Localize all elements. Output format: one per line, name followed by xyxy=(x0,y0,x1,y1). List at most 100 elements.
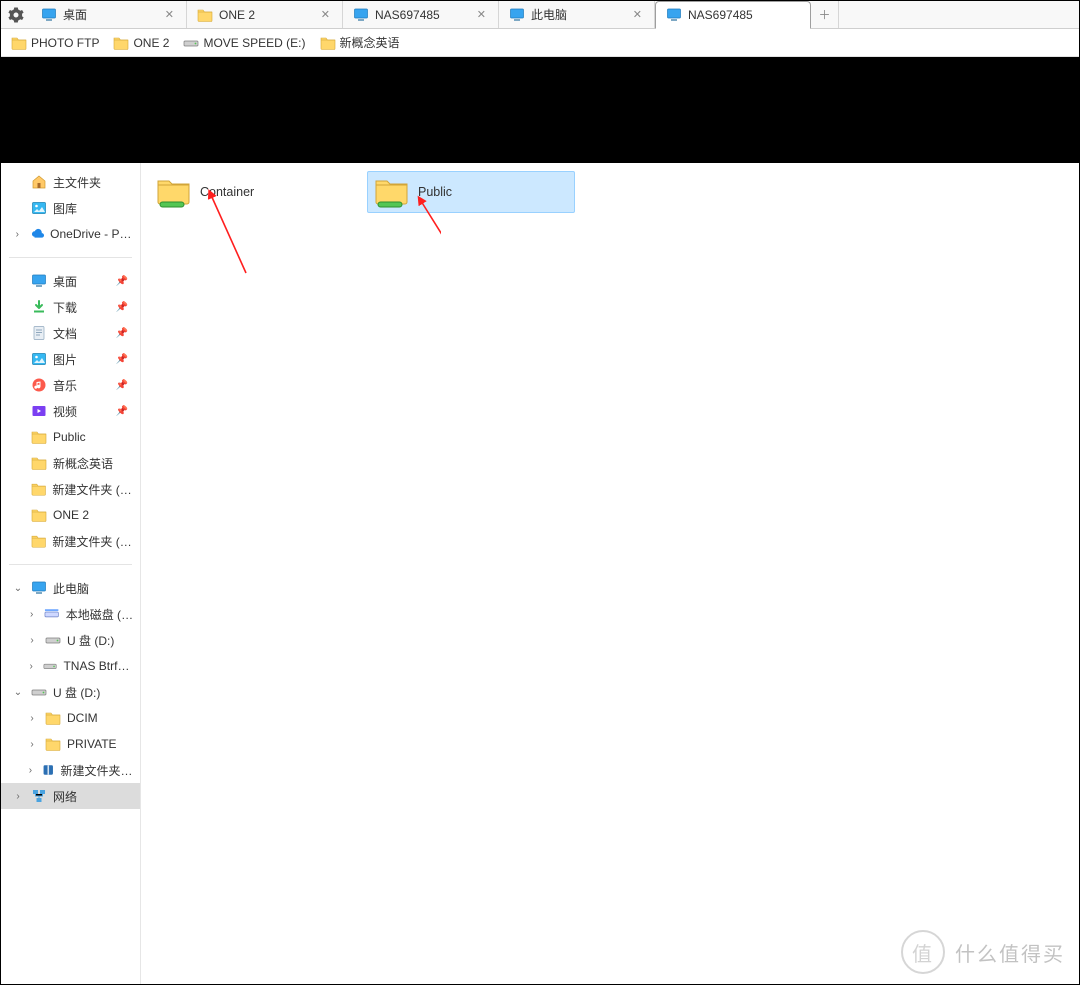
close-icon[interactable]: ✕ xyxy=(163,8,176,21)
download-icon xyxy=(31,299,47,315)
folder-public[interactable]: Public xyxy=(367,171,575,213)
tab-nas-1[interactable]: NAS697485 ✕ xyxy=(343,1,499,28)
nav-label: 视频 xyxy=(53,403,77,420)
nav-private[interactable]: › PRIVATE xyxy=(1,731,140,757)
chevron-right-icon[interactable]: › xyxy=(25,765,36,776)
nav-drive-d2[interactable]: ⌄ U 盘 (D:) xyxy=(1,679,140,705)
nav-label: 新建文件夹 (31).z xyxy=(60,762,134,779)
nav-downloads[interactable]: 下载 📌 xyxy=(1,294,140,320)
network-icon xyxy=(31,788,47,804)
separator xyxy=(9,564,132,565)
nav-label: 下载 xyxy=(53,299,77,316)
nav-dcim[interactable]: › DCIM xyxy=(1,705,140,731)
nav-label: 桌面 xyxy=(53,273,77,290)
nav-home-folder[interactable]: 主文件夹 xyxy=(1,169,140,195)
drive-icon xyxy=(43,658,57,674)
chevron-right-icon[interactable]: › xyxy=(25,661,37,672)
chevron-right-icon[interactable]: › xyxy=(25,739,39,750)
tab-nas-active[interactable]: NAS697485 ✕ xyxy=(655,1,811,29)
nav-desktop[interactable]: 桌面 📌 xyxy=(1,268,140,294)
nav-drive-d1[interactable]: › U 盘 (D:) xyxy=(1,627,140,653)
zip-icon xyxy=(42,762,55,778)
chevron-right-icon[interactable]: › xyxy=(11,229,24,240)
monitor-icon xyxy=(353,7,369,23)
pin-icon: 📌 xyxy=(116,328,134,339)
nav-label: DCIM xyxy=(67,711,98,725)
chevron-down-icon[interactable]: ⌄ xyxy=(11,687,25,698)
folder-icon xyxy=(31,455,47,471)
tab-one2[interactable]: ONE 2 ✕ xyxy=(187,1,343,28)
folder-icon xyxy=(113,35,129,51)
nav-pictures[interactable]: 图片 📌 xyxy=(1,346,140,372)
bookmark-label: PHOTO FTP xyxy=(31,36,99,50)
nav-newfolder31[interactable]: › 新建文件夹 (31).z xyxy=(1,757,140,783)
pin-icon: 📌 xyxy=(116,354,134,365)
close-icon[interactable]: ✕ xyxy=(475,8,488,21)
chevron-down-icon[interactable]: ⌄ xyxy=(11,583,25,594)
nav-videos[interactable]: 视频 📌 xyxy=(1,398,140,424)
chevron-right-icon[interactable]: › xyxy=(25,609,38,620)
tab-label: 此电脑 xyxy=(531,6,625,23)
settings-wrench-icon[interactable] xyxy=(1,1,31,28)
nav-newfolder21[interactable]: 新建文件夹 (21) xyxy=(1,476,140,502)
drive-icon xyxy=(183,35,199,51)
tab-thispc[interactable]: 此电脑 ✕ xyxy=(499,1,655,28)
nav-network[interactable]: › 网络 xyxy=(1,783,140,809)
nav-label: 网络 xyxy=(53,788,77,805)
nav-label: 图片 xyxy=(53,351,77,368)
tab-label: NAS697485 xyxy=(375,8,469,22)
nav-gallery[interactable]: 图库 xyxy=(1,195,140,221)
folder-icon xyxy=(11,35,27,51)
monitor-icon xyxy=(41,7,57,23)
nav-thispc[interactable]: ⌄ 此电脑 xyxy=(1,575,140,601)
nav-label: U 盘 (D:) xyxy=(67,632,114,649)
tab-label: NAS697485 xyxy=(688,8,781,22)
nav-onedrive[interactable]: › OneDrive - Perso xyxy=(1,221,140,247)
bookmark-label: MOVE SPEED (E:) xyxy=(203,36,305,50)
folder-view[interactable]: Container Public xyxy=(141,163,1079,984)
nav-drive-c[interactable]: › 本地磁盘 (C:) xyxy=(1,601,140,627)
nav-music[interactable]: 音乐 📌 xyxy=(1,372,140,398)
nav-public[interactable]: Public xyxy=(1,424,140,450)
drive-icon xyxy=(44,606,59,622)
nav-label: 新建文件夹 (21) xyxy=(52,481,134,498)
chevron-right-icon[interactable]: › xyxy=(25,635,39,646)
nav-documents[interactable]: 文档 📌 xyxy=(1,320,140,346)
folder-icon xyxy=(320,35,336,51)
drive-icon xyxy=(45,632,61,648)
tab-label: ONE 2 xyxy=(219,8,313,22)
nav-newfolder23[interactable]: 新建文件夹 (23) xyxy=(1,528,140,554)
bookmark-one2[interactable]: ONE 2 xyxy=(113,35,169,51)
nav-label: PRIVATE xyxy=(67,737,117,751)
bookmark-nce[interactable]: 新概念英语 xyxy=(320,34,400,51)
bookmark-photo-ftp[interactable]: PHOTO FTP xyxy=(11,35,99,51)
tab-desktop[interactable]: 桌面 ✕ xyxy=(31,1,187,28)
nav-label: 主文件夹 xyxy=(53,174,101,191)
shared-folder-icon xyxy=(156,174,192,210)
drive-icon xyxy=(31,684,47,700)
folder-icon xyxy=(31,507,47,523)
folder-icon xyxy=(31,429,47,445)
nav-label: 文档 xyxy=(53,325,77,342)
new-tab-button[interactable]: ＋ xyxy=(811,1,839,28)
nav-sidebar: 主文件夹 图库 › OneDrive - Perso 桌面 📌 xyxy=(1,163,141,984)
folder-container[interactable]: Container xyxy=(149,171,357,213)
monitor-icon xyxy=(509,7,525,23)
music-icon xyxy=(31,377,47,393)
bookmark-movespeed[interactable]: MOVE SPEED (E:) xyxy=(183,35,305,51)
chevron-right-icon[interactable]: › xyxy=(25,713,39,724)
monitor-icon xyxy=(31,273,47,289)
chevron-right-icon[interactable]: › xyxy=(11,791,25,802)
nav-drive-g[interactable]: › TNAS Btrfs (G: xyxy=(1,653,140,679)
nav-label: 本地磁盘 (C:) xyxy=(66,606,134,623)
nav-label: ONE 2 xyxy=(53,508,89,522)
nav-nce[interactable]: 新概念英语 xyxy=(1,450,140,476)
nav-label: 此电脑 xyxy=(53,580,89,597)
nav-one2[interactable]: ONE 2 xyxy=(1,502,140,528)
folder-label: Public xyxy=(418,185,452,199)
close-icon[interactable]: ✕ xyxy=(631,8,644,21)
close-icon[interactable]: ✕ xyxy=(319,8,332,21)
gallery-icon xyxy=(31,200,47,216)
folder-icon xyxy=(31,533,46,549)
bookmark-label: ONE 2 xyxy=(133,36,169,50)
